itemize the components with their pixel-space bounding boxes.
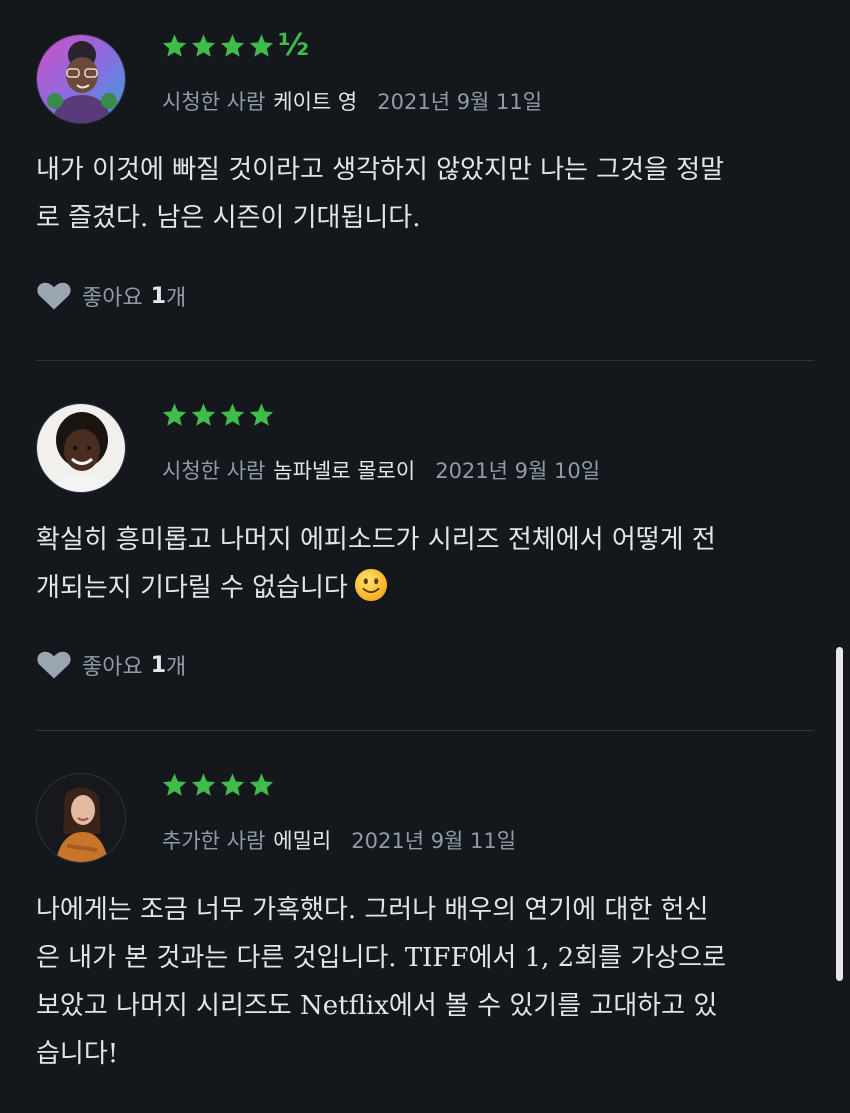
star-icon	[162, 403, 187, 426]
review-text-line-with-emoji: 개되는지 기다릴 수 없습니다	[36, 564, 816, 612]
review-text-line: 나에게는 조금 너무 가혹했다. 그러나 배우의 연기에 대한 헌신	[36, 895, 709, 925]
star-icon	[162, 773, 187, 796]
scrollbar-thumb[interactable]	[836, 647, 843, 981]
star-icon	[191, 403, 216, 426]
like-label: 좋아요	[82, 286, 143, 311]
half-star-glyph: ½	[278, 28, 310, 63]
like-button[interactable]: 좋아요 1 개	[36, 280, 186, 312]
review-body[interactable]: 확실히 흥미롭고 나머지 에피소드가 시리즈 전체에서 어떻게 전 개되는지 기…	[36, 516, 816, 612]
review-date[interactable]: 2021년 9월 10일	[435, 455, 600, 485]
star-icon	[220, 34, 245, 57]
review-text-line: 확실히 흥미롭고 나머지 에피소드가 시리즈 전체에서 어떻게 전	[36, 525, 716, 555]
star-icon	[249, 773, 274, 796]
review-meta: 추가한 사람 에밀리 2021년 9월 11일	[162, 825, 516, 855]
avatar[interactable]	[36, 34, 126, 124]
review-meta: 시청한 사람 케이트 영 2021년 9월 11일	[162, 86, 542, 116]
star-rating	[160, 769, 276, 801]
review-text-line: 개되는지 기다릴 수 없습니다	[36, 573, 348, 603]
review-body[interactable]: 내가 이것에 빠질 것이라고 생각하지 않았지만 나는 그것을 정말 로 즐겼다…	[36, 146, 816, 242]
heart-icon	[37, 651, 71, 679]
star-icon	[220, 773, 245, 796]
review-body[interactable]: 나에게는 조금 너무 가혹했다. 그러나 배우의 연기에 대한 헌신 은 내가 …	[36, 886, 816, 1078]
review-verb: 추가한 사람	[162, 829, 266, 853]
review-text-line: 은 내가 본 것과는 다른 것입니다. TIFF에서 1, 2회를 가상으로	[36, 943, 727, 973]
like-count: 1	[150, 283, 167, 309]
like-count: 1	[150, 652, 167, 678]
like-label: 좋아요	[82, 655, 143, 680]
avatar[interactable]	[36, 403, 126, 493]
review-date[interactable]: 2021년 9월 11일	[351, 825, 516, 855]
review-meta: 시청한 사람 놈파넬로 몰로이 2021년 9월 10일	[162, 455, 600, 485]
star-rating: ½	[160, 30, 309, 62]
star-icon	[220, 403, 245, 426]
heart-icon	[37, 282, 71, 310]
review-verb: 시청한 사람	[162, 90, 266, 114]
review-divider	[36, 730, 814, 731]
review-verb: 시청한 사람	[162, 459, 266, 483]
star-rating	[160, 399, 276, 431]
star-icon	[249, 34, 274, 57]
like-unit: 개	[166, 655, 187, 680]
reviewer-name[interactable]: 에밀리	[273, 825, 331, 855]
like-button[interactable]: 좋아요 1 개	[36, 649, 186, 681]
star-icon	[249, 403, 274, 426]
like-unit: 개	[166, 286, 187, 311]
reviewer-name[interactable]: 놈파넬로 몰로이	[273, 455, 415, 485]
avatar[interactable]	[36, 773, 126, 863]
slightly-smiling-face-emoji	[354, 568, 387, 602]
review-divider	[36, 360, 814, 361]
review-text-line: 습니다!	[36, 1039, 119, 1069]
star-icon	[162, 34, 187, 57]
review-date[interactable]: 2021년 9월 11일	[377, 86, 542, 116]
reviewer-name[interactable]: 케이트 영	[273, 86, 357, 116]
star-icon	[191, 34, 216, 57]
star-icon	[191, 773, 216, 796]
review-text-line: 보았고 나머지 시리즈도 Netflix에서 볼 수 있기를 고대하고 있	[36, 991, 718, 1021]
review-text-line: 로 즐겼다. 남은 시즌이 기대됩니다.	[36, 203, 421, 233]
review-text-line: 내가 이것에 빠질 것이라고 생각하지 않았지만 나는 그것을 정말	[36, 155, 725, 185]
